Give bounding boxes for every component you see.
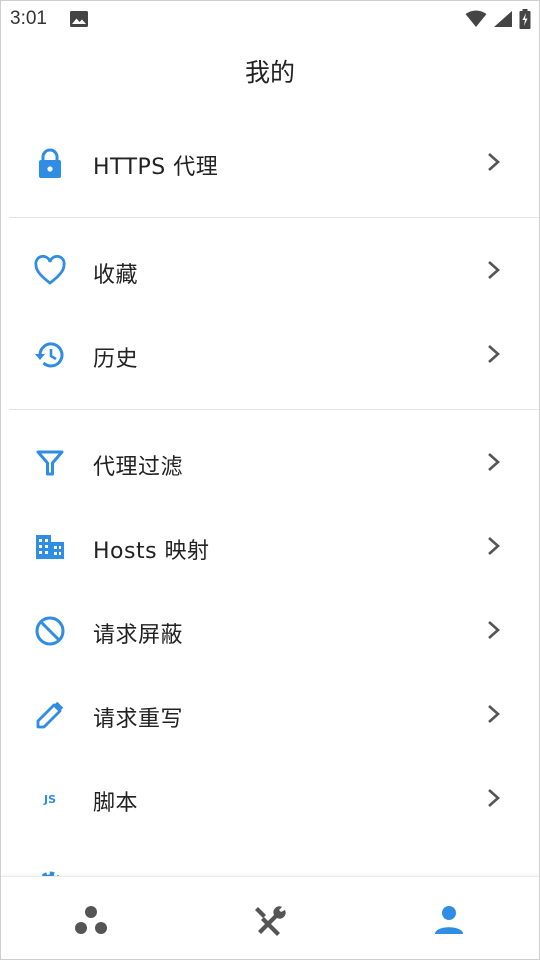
nav-item-bubbles[interactable] <box>1 877 180 959</box>
pencil-icon <box>34 699 66 731</box>
page-title: 我的 <box>244 58 295 87</box>
menu-item-label: 脚本 <box>93 791 139 816</box>
heart-icon <box>34 254 66 287</box>
menu-item-label: Hosts 映射 <box>93 539 210 564</box>
bubbles-icon <box>74 906 107 934</box>
menu-item-script[interactable]: JS 脚本 <box>1 757 539 841</box>
lock-icon <box>34 147 66 179</box>
wifi-icon <box>465 10 487 32</box>
signal-icon <box>493 10 513 32</box>
block-icon <box>34 615 66 647</box>
menu-item-request-block[interactable]: 请求屏蔽 <box>1 589 539 673</box>
menu-item-label: 代理过滤 <box>93 455 184 480</box>
bottom-navigation <box>1 876 539 959</box>
menu-item-label: 请求屏蔽 <box>93 623 184 648</box>
menu-item-label: 请求重写 <box>93 707 184 732</box>
svg-text:JS: JS <box>43 793 56 806</box>
chevron-right-icon <box>485 534 503 558</box>
menu-item-label: HTTPS 代理 <box>93 155 219 180</box>
chevron-right-icon <box>485 618 503 642</box>
nav-item-tools[interactable] <box>180 877 359 959</box>
filter-icon <box>34 447 66 479</box>
divider <box>1 205 539 229</box>
menu-item-favorites[interactable]: 收藏 <box>1 229 539 313</box>
person-icon <box>434 906 463 934</box>
image-icon <box>70 11 88 31</box>
nav-item-profile[interactable] <box>359 877 538 959</box>
chevron-right-icon <box>485 702 503 726</box>
battery-charging-icon <box>519 9 531 33</box>
chevron-right-icon <box>485 258 503 282</box>
menu-item-label: 收藏 <box>93 263 139 288</box>
menu-item-request-rewrite[interactable]: 请求重写 <box>1 673 539 757</box>
menu-item-label: 历史 <box>93 347 139 372</box>
menu-item-https-proxy[interactable]: HTTPS 代理 <box>1 121 539 205</box>
status-bar: 3:01 <box>1 1 539 37</box>
history-icon <box>34 339 66 371</box>
status-time: 3:01 <box>10 8 47 29</box>
js-icon: JS <box>34 783 66 815</box>
chevron-right-icon <box>485 450 503 474</box>
tools-icon <box>254 906 286 936</box>
menu-item-hosts-mapping[interactable]: Hosts 映射 <box>1 505 539 589</box>
menu-item-history[interactable]: 历史 <box>1 313 539 397</box>
chevron-right-icon <box>485 786 503 810</box>
chevron-right-icon <box>485 342 503 366</box>
building-icon <box>34 531 66 563</box>
settings-list: HTTPS 代理 收藏 历史 代理过滤 Hosts 映射 请求屏蔽 请求重写 J… <box>1 121 539 925</box>
divider <box>1 397 539 421</box>
status-icons <box>465 9 531 33</box>
app-screen: 3:01 我的 HTTPS 代理 收藏 历史 代理过滤 Hosts 映射 请求屏… <box>0 0 540 960</box>
chevron-right-icon <box>485 150 503 174</box>
menu-item-proxy-filter[interactable]: 代理过滤 <box>1 421 539 505</box>
